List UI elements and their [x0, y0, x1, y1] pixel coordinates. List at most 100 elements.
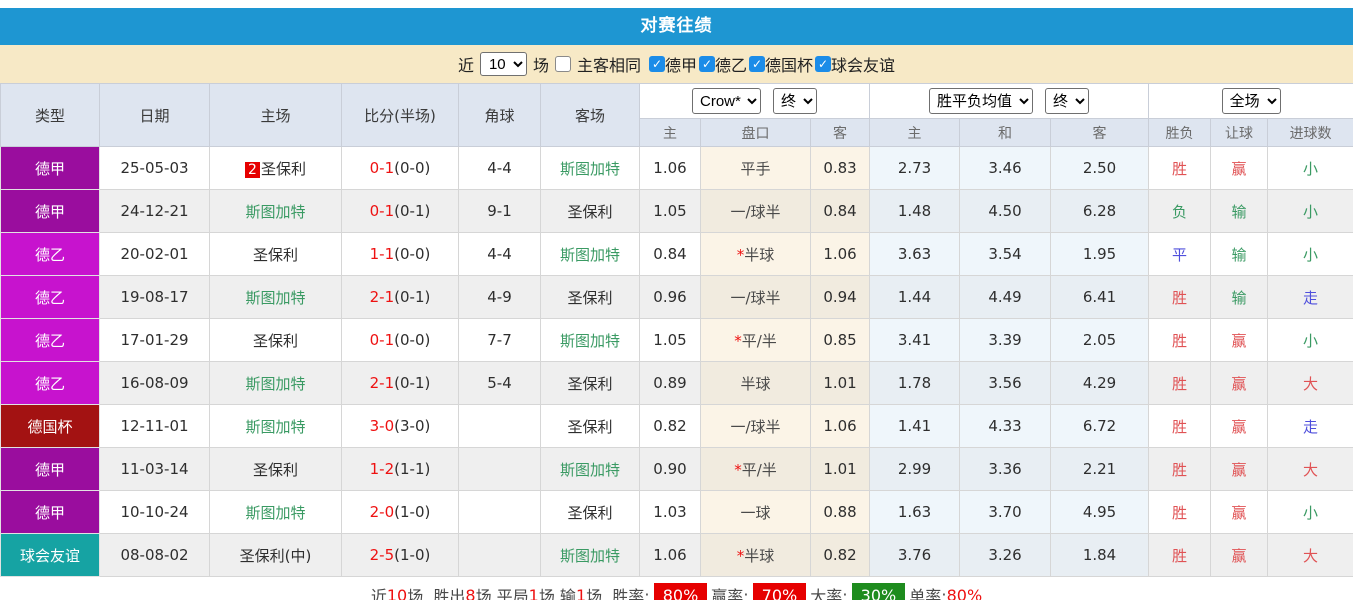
col-header-home: 主场	[209, 83, 342, 147]
away-team-cell: 斯图加特	[540, 318, 640, 362]
line-text: 半球	[744, 245, 775, 264]
halftime-score: (3-0)	[394, 417, 431, 435]
odds-home-cell: 0.96	[639, 275, 701, 319]
home-team-name: 圣保利	[252, 331, 298, 350]
away-team-name: 圣保利	[567, 374, 613, 393]
match-type-cell: 德乙	[0, 361, 100, 405]
halftime-score: (1-0)	[394, 546, 431, 564]
away-team-name: 斯图加特	[559, 245, 620, 264]
mean-draw-cell: 3.39	[959, 318, 1052, 362]
handicap-line-cell: 半球	[700, 361, 811, 405]
league-filter: ✓ 球会友谊	[815, 52, 895, 76]
fulltime-score: 0-1	[369, 331, 395, 349]
away-team-name: 圣保利	[567, 417, 613, 436]
handicap-result-cell: 赢	[1210, 146, 1269, 190]
odds-away-cell: 0.84	[809, 189, 871, 233]
odds-home-cell: 0.82	[639, 404, 701, 448]
mean-away-cell: 2.50	[1050, 146, 1150, 190]
home-team-name: 斯图加特	[245, 202, 306, 221]
stat-number: 8	[465, 585, 476, 600]
recent-count-select[interactable]: 10	[479, 52, 527, 76]
outcome-cell: 胜	[1148, 490, 1212, 534]
table-row: 球会友谊 08-08-02 圣保利(中) 2-5(1-0) 斯图加特 1.06 *半球 0.8…	[0, 533, 1353, 577]
mean-draw-cell: 3.70	[959, 490, 1052, 534]
away-team-name: 圣保利	[567, 288, 613, 307]
line-text: 平手	[740, 159, 771, 178]
mean-type-select[interactable]: 胜平负均值	[929, 88, 1034, 114]
page-title: 对赛往绩	[0, 8, 1353, 45]
odds-time-select[interactable]: 终	[773, 88, 818, 114]
table-row: 德甲 11-03-14 圣保利 1-2(1-1) 斯图加特 0.90 *平/半 1.01 2.9…	[0, 447, 1353, 491]
corners-cell: 4-4	[458, 232, 541, 276]
away-team-name: 圣保利	[567, 503, 613, 522]
mean-home-cell: 2.73	[869, 146, 961, 190]
matches-label: 场	[532, 56, 549, 75]
stat-text: 场, 胜出	[407, 587, 466, 600]
handicap-result-cell: 输	[1210, 275, 1269, 319]
league-checkbox[interactable]: ✓	[699, 56, 715, 72]
away-team-cell: 斯图加特	[540, 232, 640, 276]
away-team-cell: 圣保利	[540, 404, 640, 448]
home-team-cell: 圣保利	[209, 232, 342, 276]
league-filter: ✓ 德乙	[699, 52, 747, 76]
score-cell: 1-1(0-0)	[341, 232, 459, 276]
league-filters: ✓ 德甲 ✓ 德乙 ✓ 德国杯 ✓ 球会友谊	[647, 52, 895, 76]
away-team-name: 斯图加特	[559, 331, 620, 350]
score-cell: 1-2(1-1)	[341, 447, 459, 491]
league-checkbox[interactable]: ✓	[815, 56, 832, 72]
mean-home-cell: 3.76	[869, 533, 961, 577]
subheader-mean-home: 主	[869, 118, 961, 147]
handicap-result-cell: 赢	[1210, 361, 1269, 405]
odds-home-cell: 0.84	[639, 232, 701, 276]
odds-home-cell: 1.05	[639, 318, 701, 362]
match-type-cell: 球会友谊	[0, 533, 100, 577]
stat-text: 场,输	[538, 587, 576, 600]
home-team-cell: 斯图加特	[209, 490, 342, 534]
rank-badge: 2	[245, 161, 260, 178]
rate-badge: 30%	[851, 582, 906, 600]
stat-text: 大率:	[810, 587, 848, 600]
home-team-name: 圣保利	[252, 460, 298, 479]
handicap-result-cell: 输	[1210, 189, 1269, 233]
away-team-cell: 斯图加特	[540, 447, 640, 491]
league-checkbox[interactable]: ✓	[749, 56, 766, 72]
mean-draw-cell: 3.36	[959, 447, 1052, 491]
odds-away-cell: 0.88	[809, 490, 871, 534]
goals-result-cell: 走	[1267, 404, 1353, 448]
same-venue-checkbox[interactable]	[554, 56, 571, 72]
subheader-odds-home: 主	[639, 118, 701, 147]
odds-away-cell: 1.01	[809, 361, 871, 405]
home-team-name: 斯图加特	[245, 288, 306, 307]
match-date-cell: 08-08-02	[99, 533, 210, 577]
corners-cell	[458, 533, 541, 577]
away-team-cell: 斯图加特	[540, 533, 640, 577]
handicap-result-cell: 赢	[1210, 533, 1269, 577]
home-team-name: 圣保利	[260, 159, 306, 178]
handicap-result-cell: 赢	[1210, 490, 1269, 534]
corners-cell: 4-9	[458, 275, 541, 319]
handicap-line-cell: *半球	[700, 232, 811, 276]
home-team-cell: 圣保利	[209, 447, 342, 491]
goals-result-cell: 走	[1267, 275, 1353, 319]
mean-time-select[interactable]: 终	[1045, 88, 1090, 114]
corners-cell	[458, 404, 541, 448]
odds-away-cell: 1.06	[809, 404, 871, 448]
corners-cell: 9-1	[458, 189, 541, 233]
stat-text: 近	[370, 587, 387, 600]
outcome-cell: 胜	[1148, 361, 1212, 405]
league-label: 德甲	[664, 56, 697, 75]
col-header-score: 比分(半场)	[341, 83, 459, 147]
line-text: 一/球半	[730, 202, 781, 221]
scope-select[interactable]: 全场	[1221, 88, 1281, 114]
corners-cell	[458, 490, 541, 534]
line-star: *	[734, 460, 742, 479]
league-label: 德国杯	[765, 56, 814, 75]
outcome-cell: 负	[1148, 189, 1212, 233]
corners-cell: 7-7	[458, 318, 541, 362]
odds-home-cell: 0.89	[639, 361, 701, 405]
subheader-mean-away: 客	[1050, 118, 1150, 147]
league-checkbox[interactable]: ✓	[648, 56, 665, 72]
table-row: 德乙 20-02-01 圣保利 1-1(0-0) 4-4 斯图加特 0.84 *半球 1.06 3…	[0, 232, 1353, 276]
odds-company-select[interactable]: Crow*	[692, 88, 762, 114]
outcome-cell: 胜	[1148, 447, 1212, 491]
